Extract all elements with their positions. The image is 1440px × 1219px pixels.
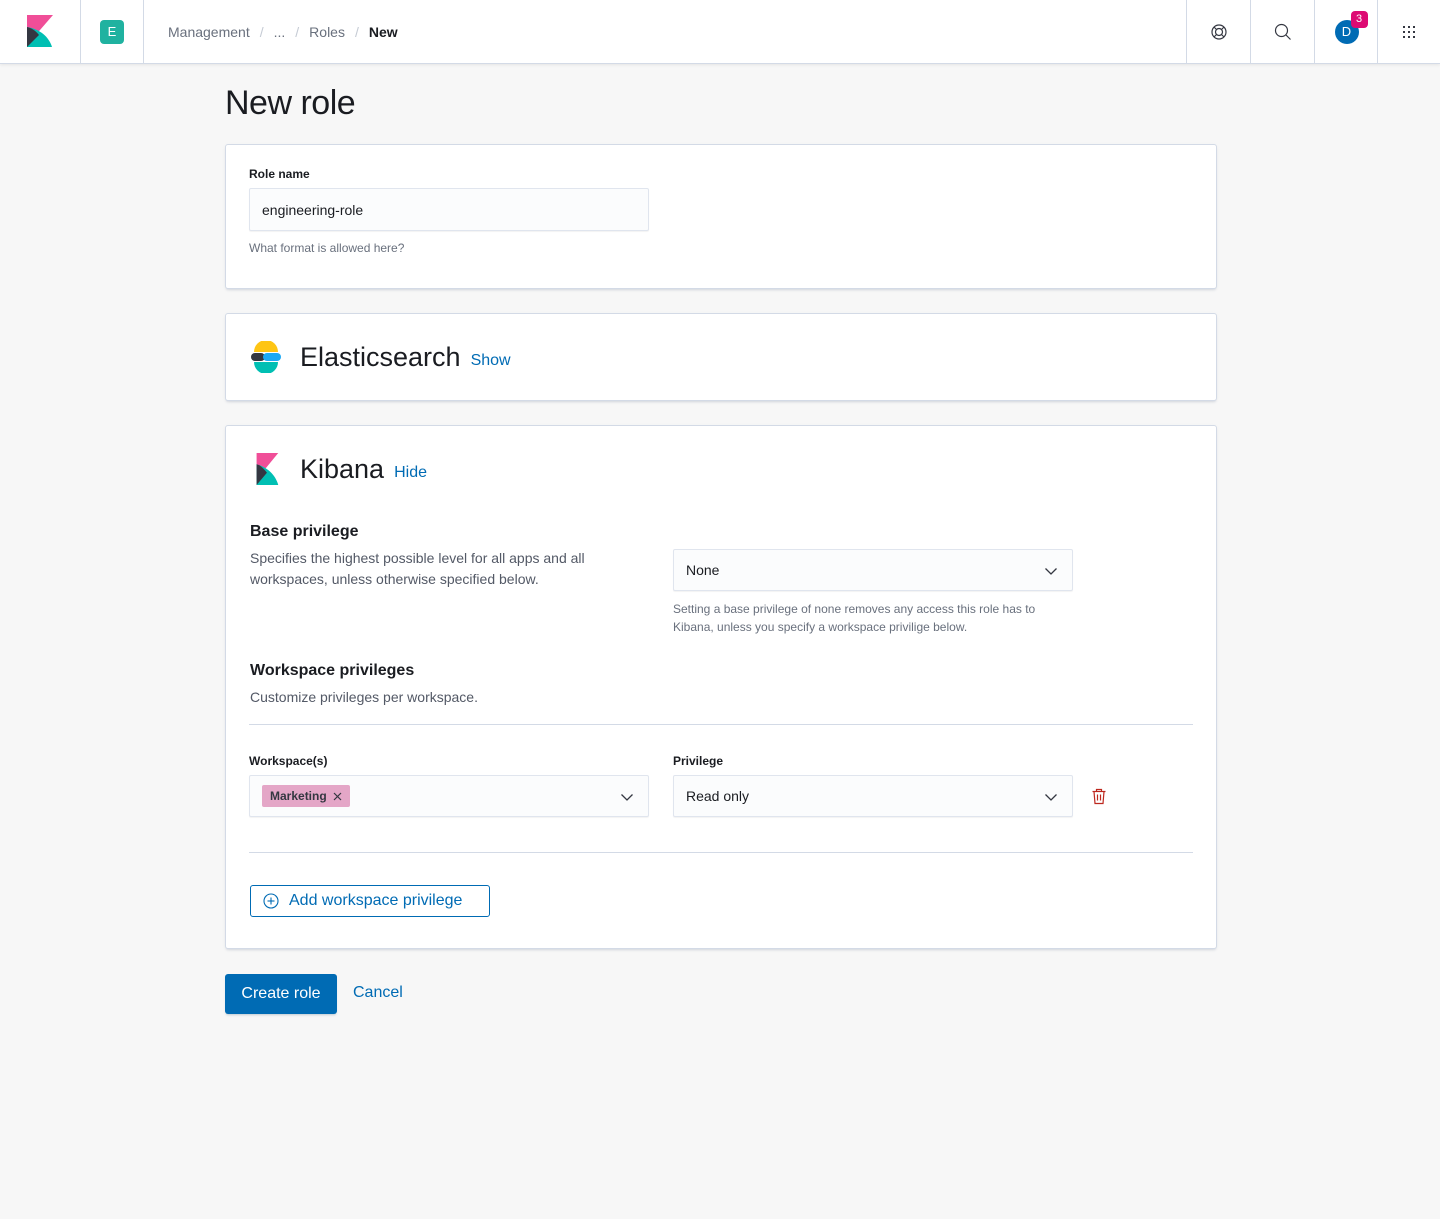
kibana-panel: Kibana Hide Base privilege Specifies the… [225,425,1217,949]
breadcrumb-roles[interactable]: Roles [309,24,345,40]
kibana-logo-button[interactable] [0,0,81,63]
role-name-panel: Role name What format is allowed here? [225,144,1217,289]
page-title: New role [225,84,356,122]
divider [249,724,1193,725]
add-workspace-privilege-button[interactable]: Add workspace privilege [250,885,490,917]
elasticsearch-show-link[interactable]: Show [471,352,511,370]
user-menu-button[interactable]: D 3 [1314,0,1378,63]
kibana-logo-icon [256,453,279,485]
trash-icon [1092,788,1106,805]
divider [249,852,1193,853]
base-privilege-help-text: Setting a base privilege of none removes… [673,602,1036,634]
workspace-privileges-title: Workspace privileges [250,662,415,679]
search-icon [1274,23,1291,40]
breadcrumb-management[interactable]: Management [168,24,250,40]
chevron-down-icon [621,794,633,801]
plus-circle-icon [263,893,279,909]
breadcrumb-current: New [368,23,398,40]
search-button[interactable] [1250,0,1314,63]
base-privilege-title: Base privilege [250,523,359,540]
kibana-logo-icon [27,14,53,47]
privilege-value: Read only [686,788,750,804]
breadcrumb-separator: / [295,23,300,40]
role-name-help-text: What format is allowed here? [249,241,405,255]
base-privilege-select[interactable]: None [673,549,1073,591]
elasticsearch-logo-icon [251,341,281,373]
privilege-select[interactable]: Read only [673,775,1073,817]
apps-menu-button[interactable] [1377,0,1440,63]
help-lifebuoy-icon [1210,23,1227,40]
add-workspace-privilege-label: Add workspace privilege [289,892,463,909]
remove-workspace-button[interactable] [333,792,342,801]
space-selector[interactable]: E [81,0,144,63]
apps-grid-icon [1403,25,1415,38]
breadcrumb-separator: / [259,23,264,40]
workspaces-label: Workspace(s) [249,754,328,768]
chevron-down-icon [1045,568,1057,575]
delete-privilege-button[interactable] [1091,788,1107,810]
top-nav-header: E Management / ... / Roles / New D 3 [0,0,1440,64]
notification-badge: 3 [1350,10,1368,28]
create-role-button[interactable]: Create role [225,974,337,1014]
workspace-pill: Marketing [262,785,350,807]
elasticsearch-panel: Elasticsearch Show [225,313,1217,401]
workspaces-combobox[interactable]: Marketing [249,775,649,817]
kibana-hide-link[interactable]: Hide [394,464,427,482]
role-name-label: Role name [249,167,310,181]
kibana-header: Kibana Hide [250,453,427,485]
privilege-label: Privilege [673,754,724,768]
cancel-button[interactable]: Cancel [353,984,403,1002]
avatar-initial: D [1341,24,1352,39]
workspace-privileges-description: Customize privileges per workspace. [250,689,478,705]
breadcrumb-collapsed[interactable]: ... [274,24,286,40]
workspace-pill-label: Marketing [270,789,327,803]
avatar: D 3 [1334,10,1368,44]
role-name-input[interactable] [249,188,649,231]
space-avatar: E [100,19,124,44]
base-privilege-description: Specifies the highest possible level for… [250,550,585,587]
base-privilege-value: None [686,562,720,578]
elasticsearch-header: Elasticsearch Show [250,341,511,373]
close-icon [333,792,342,800]
help-menu-button[interactable] [1186,0,1250,63]
elasticsearch-title: Elasticsearch [300,341,461,372]
kibana-title: Kibana [300,453,385,484]
breadcrumb-separator: / [354,23,359,40]
chevron-down-icon [1045,794,1057,801]
breadcrumb: Management / ... / Roles / New [168,0,398,63]
